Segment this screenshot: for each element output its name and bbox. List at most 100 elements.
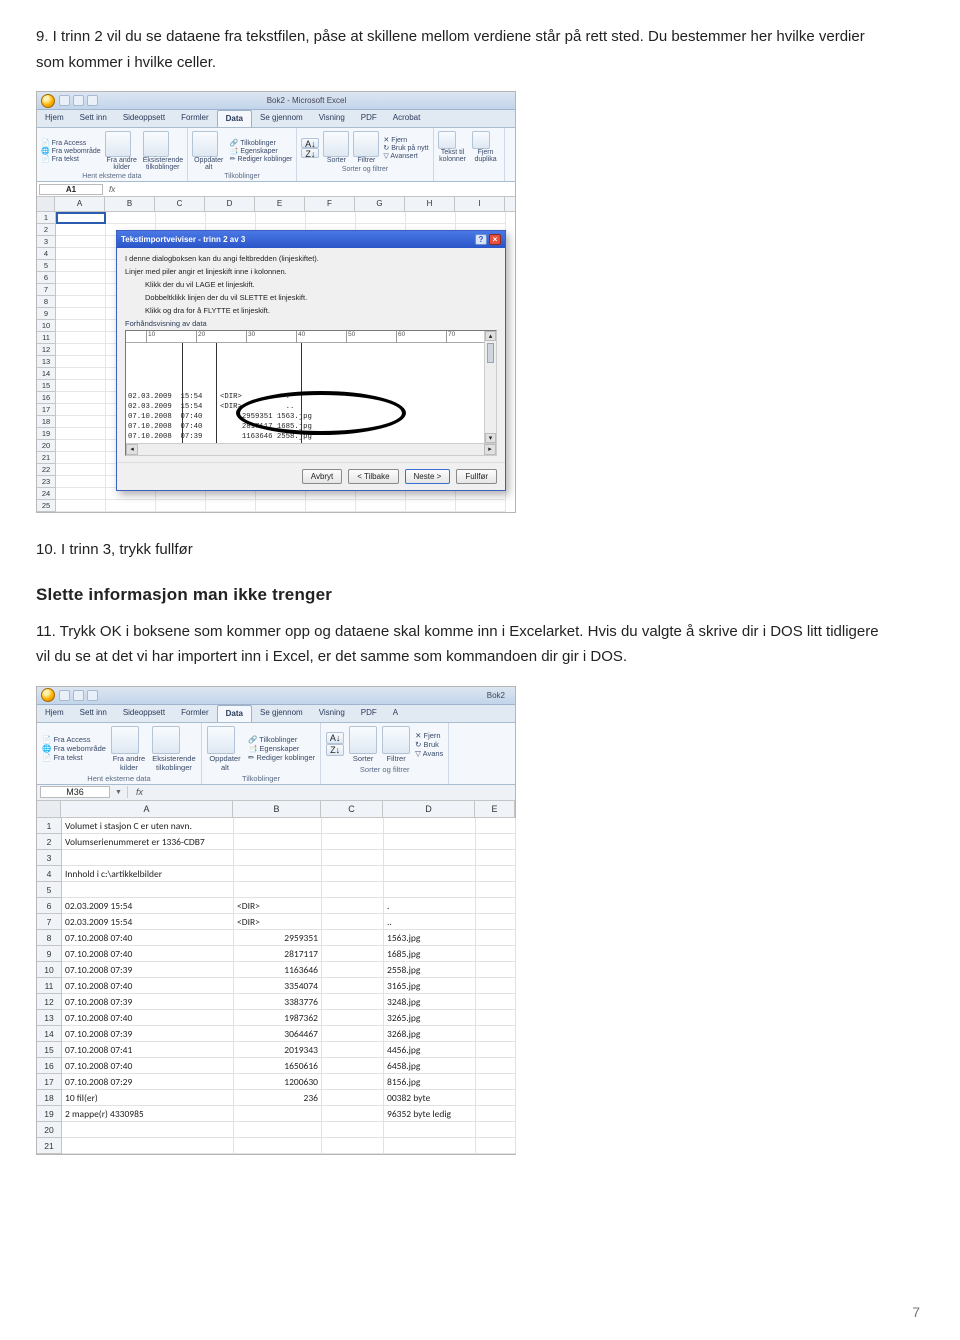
table-row[interactable]: 07.10.2008 07:4019873623265.jpg bbox=[62, 1010, 516, 1026]
row-header[interactable]: 2 bbox=[37, 224, 55, 236]
row-header[interactable]: 16 bbox=[37, 392, 55, 404]
cell[interactable]: 3248.jpg bbox=[384, 994, 476, 1009]
from-other-sources-icon[interactable] bbox=[105, 131, 131, 157]
ribbon-tab-visning[interactable]: Visning bbox=[311, 110, 353, 127]
col-header[interactable]: C bbox=[321, 801, 383, 817]
scroll-left-icon[interactable]: ◂ bbox=[126, 444, 138, 455]
preview-scrollbar-v[interactable]: ▴ ▾ bbox=[484, 331, 496, 443]
cell[interactable] bbox=[476, 1010, 516, 1025]
qat-save-icon[interactable] bbox=[59, 95, 70, 106]
cell[interactable]: 02.03.2009 15:54 bbox=[62, 898, 234, 913]
cell[interactable]: 07.10.2008 07:40 bbox=[62, 978, 234, 993]
sort-az-icon[interactable]: A↓ bbox=[326, 732, 344, 744]
cell[interactable] bbox=[476, 978, 516, 993]
table-row[interactable]: 07.10.2008 07:3911636462558.jpg bbox=[62, 962, 516, 978]
cell[interactable]: 96352 byte ledig bbox=[384, 1106, 476, 1121]
cell[interactable] bbox=[234, 850, 322, 865]
cell[interactable] bbox=[476, 1058, 516, 1073]
from-text-button[interactable]: 📄 Fra tekst bbox=[41, 155, 101, 163]
cell[interactable] bbox=[384, 1122, 476, 1137]
table-row[interactable]: Volumet i stasjon C er uten navn. bbox=[62, 818, 516, 834]
cell[interactable] bbox=[384, 850, 476, 865]
cell[interactable] bbox=[234, 818, 322, 833]
table-row[interactable]: 2 mappe(r) 433098596352 byte ledig bbox=[62, 1106, 516, 1122]
sort-icon[interactable] bbox=[349, 726, 377, 754]
text-to-columns-icon[interactable] bbox=[438, 131, 456, 149]
row-header[interactable]: 10 bbox=[37, 320, 55, 332]
cell[interactable] bbox=[62, 1138, 234, 1153]
row-header[interactable]: 8 bbox=[37, 930, 61, 946]
table-row[interactable] bbox=[62, 1122, 516, 1138]
preview-scrollbar-h[interactable]: ◂ ▸ bbox=[126, 443, 496, 455]
row-header[interactable]: 4 bbox=[37, 248, 55, 260]
cell[interactable]: Volumet i stasjon C er uten navn. bbox=[62, 818, 234, 833]
cell[interactable]: 2558.jpg bbox=[384, 962, 476, 977]
qat-undo-icon[interactable] bbox=[73, 95, 84, 106]
cell[interactable] bbox=[476, 1090, 516, 1105]
table-row[interactable]: 07.10.2008 07:403354074 3165.jpg bbox=[62, 978, 516, 994]
ribbon-tab-visning[interactable]: Visning bbox=[311, 705, 353, 722]
cell[interactable]: Volumserienummeret er 1336-CDB7 bbox=[62, 834, 234, 849]
cell[interactable]: 1200630 bbox=[234, 1074, 322, 1089]
cell[interactable]: 3165.jpg bbox=[384, 978, 476, 993]
office-orb-icon[interactable] bbox=[41, 688, 55, 702]
name-box[interactable]: A1 bbox=[39, 184, 103, 195]
cell[interactable]: 2817117 bbox=[234, 946, 322, 961]
row-header[interactable]: 8 bbox=[37, 296, 55, 308]
ribbon-tab-data[interactable]: Data bbox=[217, 110, 252, 127]
row-header[interactable]: 18 bbox=[37, 416, 55, 428]
cell[interactable] bbox=[476, 914, 516, 929]
sort-za-icon[interactable]: Z↓ bbox=[326, 744, 344, 756]
ribbon-tab-se-gjennom[interactable]: Se gjennom bbox=[252, 705, 311, 722]
cell[interactable] bbox=[476, 1026, 516, 1041]
table-row[interactable]: Innhold i c:\artikkelbilder bbox=[62, 866, 516, 882]
col-header[interactable]: A bbox=[55, 197, 105, 211]
row-header[interactable]: 5 bbox=[37, 882, 61, 898]
cell[interactable]: <DIR> bbox=[234, 914, 322, 929]
cell[interactable] bbox=[476, 1074, 516, 1089]
cell[interactable] bbox=[234, 1106, 322, 1121]
ribbon-tab-hjem[interactable]: Hjem bbox=[37, 110, 72, 127]
remove-duplicates-icon[interactable] bbox=[472, 131, 490, 149]
cell[interactable]: 3354074 bbox=[234, 978, 322, 993]
cell[interactable] bbox=[384, 866, 476, 881]
fx-icon[interactable]: fx bbox=[105, 185, 119, 194]
scroll-right-icon[interactable]: ▸ bbox=[484, 444, 496, 455]
table-row[interactable]: 07.10.2008 07:4029593511563.jpg bbox=[62, 930, 516, 946]
row-header[interactable]: 5 bbox=[37, 260, 55, 272]
ribbon-tab-pdf[interactable]: PDF bbox=[353, 110, 385, 127]
ribbon-tab-sideoppsett[interactable]: Sideoppsett bbox=[115, 705, 173, 722]
cell[interactable] bbox=[322, 1138, 384, 1153]
scroll-thumb[interactable] bbox=[487, 343, 494, 363]
cell[interactable] bbox=[62, 850, 234, 865]
from-web-button[interactable]: 🌐 Fra webområde bbox=[42, 744, 106, 753]
from-text-button[interactable]: 📄 Fra tekst bbox=[42, 753, 106, 762]
cell[interactable]: <DIR> bbox=[234, 898, 322, 913]
cell[interactable] bbox=[234, 882, 322, 897]
cell[interactable]: 07.10.2008 07:40 bbox=[62, 930, 234, 945]
preview-pane[interactable]: 10203040506070 02.03.2009 15:54 <DIR> .0… bbox=[125, 330, 497, 456]
cell[interactable] bbox=[476, 1106, 516, 1121]
cell[interactable]: 1685.jpg bbox=[384, 946, 476, 961]
ribbon-tab-sett-inn[interactable]: Sett inn bbox=[72, 110, 115, 127]
cancel-button[interactable]: Avbryt bbox=[302, 469, 343, 484]
row-header[interactable]: 24 bbox=[37, 488, 55, 500]
cell[interactable] bbox=[476, 1042, 516, 1057]
cell[interactable] bbox=[476, 930, 516, 945]
row-header[interactable]: 20 bbox=[37, 1122, 61, 1138]
refresh-all-icon[interactable] bbox=[192, 131, 218, 157]
scroll-up-icon[interactable]: ▴ bbox=[485, 331, 496, 341]
cell[interactable]: 3383776 bbox=[234, 994, 322, 1009]
name-box[interactable]: M36 bbox=[40, 786, 110, 798]
col-header[interactable]: H bbox=[405, 197, 455, 211]
cell[interactable]: 07.10.2008 07:39 bbox=[62, 1026, 234, 1041]
row-header[interactable]: 6 bbox=[37, 898, 61, 914]
clear-filter-button[interactable]: ✕ Fjern bbox=[383, 136, 428, 144]
qat-undo-icon[interactable] bbox=[73, 690, 84, 701]
table-row[interactable]: 02.03.2009 15:54<DIR>. bbox=[62, 898, 516, 914]
cell[interactable] bbox=[322, 1122, 384, 1137]
cell[interactable] bbox=[234, 1138, 322, 1153]
cell[interactable] bbox=[322, 1090, 384, 1105]
cell[interactable] bbox=[322, 978, 384, 993]
table-row[interactable]: 07.10.2008 07:4120193434456.jpg bbox=[62, 1042, 516, 1058]
